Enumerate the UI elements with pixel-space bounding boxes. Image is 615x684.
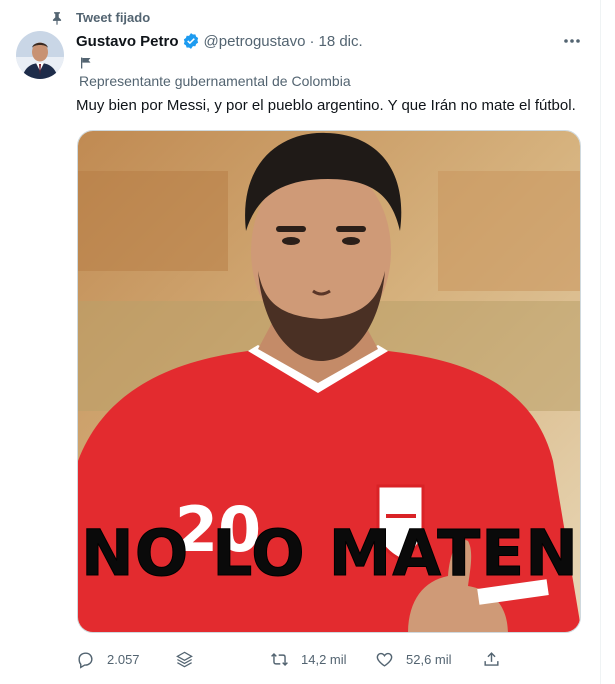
more-icon xyxy=(564,39,580,43)
like-button[interactable]: 52,6 mil xyxy=(375,650,452,669)
more-options-button[interactable] xyxy=(561,30,583,52)
share-icon xyxy=(484,652,499,666)
heart-icon xyxy=(376,652,393,667)
tweet-actions: 2.057 14,2 mil 52,6 mil xyxy=(76,650,591,674)
like-count: 52,6 mil xyxy=(406,652,452,667)
author-name[interactable]: Gustavo Petro xyxy=(76,33,179,50)
tweet-image[interactable]: 20 NO LO MATEN xyxy=(77,130,581,633)
share-button[interactable] xyxy=(482,650,501,669)
verified-badge-icon xyxy=(183,33,198,49)
image-overlay-text: NO LO MATEN xyxy=(81,517,579,591)
separator: · xyxy=(309,32,315,50)
avatar[interactable] xyxy=(16,31,64,79)
pin-icon xyxy=(52,11,62,25)
author-handle[interactable]: @petrogustavo xyxy=(204,33,306,50)
tweet-header: Gustavo Petro @petrogustavo · 18 dic. xyxy=(76,32,363,50)
government-label[interactable]: Representante gubernamental de Colombia xyxy=(79,73,351,89)
reply-count: 2.057 xyxy=(107,652,140,667)
views-button[interactable] xyxy=(175,650,194,669)
pinned-label: Tweet fijado xyxy=(76,10,151,25)
tweet-text: Muy bien por Messi, y por el pueblo arge… xyxy=(76,97,576,114)
tweet-card[interactable]: Tweet fijado Gustavo Petro @petrogustavo… xyxy=(0,0,601,684)
flag-icon xyxy=(81,57,91,69)
stack-icon xyxy=(176,651,193,668)
retweet-count: 14,2 mil xyxy=(301,652,347,667)
reply-icon xyxy=(78,652,93,669)
tweet-date[interactable]: 18 dic. xyxy=(318,33,362,50)
retweet-button[interactable]: 14,2 mil xyxy=(270,650,347,669)
reply-button[interactable]: 2.057 xyxy=(76,650,140,669)
pinned-indicator: Tweet fijado xyxy=(50,10,150,25)
retweet-icon xyxy=(271,652,288,667)
